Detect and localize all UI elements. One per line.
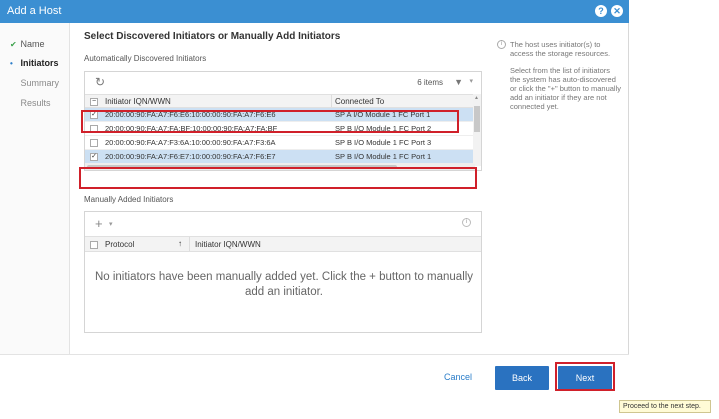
refresh-icon[interactable]: ↻ — [95, 75, 105, 89]
manual-initiators-table: + ▾ i Protocol ↑ Initiator IQN/WWN No in… — [84, 211, 482, 333]
column-header-iqn[interactable]: Initiator IQN/WWN — [105, 97, 171, 106]
scroll-up-icon[interactable]: ▲ — [474, 95, 479, 101]
scroll-thumb[interactable] — [474, 106, 480, 132]
sort-arrow-icon: ↑ — [178, 239, 182, 248]
column-header-iqn[interactable]: Initiator IQN/WWN — [195, 240, 261, 249]
step-name[interactable]: ✔ Name — [10, 39, 45, 49]
row-checkbox[interactable]: ✓ — [90, 153, 98, 161]
step-initiators[interactable]: • Initiators — [10, 58, 59, 68]
close-icon[interactable]: ✕ — [611, 5, 623, 17]
info-icon: i — [497, 40, 506, 49]
tooltip: Proceed to the next step. — [619, 400, 711, 413]
chevron-down-icon[interactable]: ▾ — [469, 77, 473, 85]
filter-icon[interactable]: ▼ — [454, 77, 463, 87]
step-results: Results — [20, 98, 51, 108]
vertical-scrollbar[interactable]: ▲ — [473, 94, 481, 166]
highlight-box — [81, 110, 459, 133]
manual-section-label: Manually Added Initiators — [84, 195, 174, 204]
chevron-down-icon[interactable]: ▾ — [109, 220, 113, 228]
cancel-button[interactable]: Cancel — [444, 372, 472, 382]
empty-message: No initiators have been manually added y… — [94, 271, 474, 298]
auto-section-label: Automatically Discovered Initiators — [84, 54, 207, 63]
table-header: − Initiator IQN/WWN Connected To — [85, 94, 475, 108]
checkmark-icon: ✔ — [10, 40, 17, 49]
select-all-checkbox[interactable]: − — [90, 98, 98, 106]
back-button[interactable]: Back — [495, 366, 549, 390]
column-header-connected[interactable]: Connected To — [335, 97, 384, 106]
plus-icon[interactable]: + — [95, 216, 103, 231]
items-count: 6 items — [417, 78, 443, 87]
highlight-box — [555, 362, 615, 391]
column-header-protocol[interactable]: Protocol — [105, 240, 134, 249]
title-bar: Add a Host ? ✕ — [0, 0, 629, 23]
dialog-title: Add a Host — [7, 5, 62, 17]
dialog-footer: Cancel Back Next — [0, 354, 629, 400]
wizard-steps: ✔ Name • Initiators Summary Results — [0, 23, 70, 354]
table-toolbar: ↻ 6 items ▼ ▾ — [85, 72, 481, 94]
info-icon[interactable]: i — [462, 218, 471, 227]
select-all-checkbox[interactable] — [90, 241, 98, 249]
add-host-dialog: Add a Host ? ✕ ✔ Name • Initiators Summa… — [0, 0, 629, 400]
page-title: Select Discovered Initiators or Manually… — [84, 31, 341, 42]
row-checkbox[interactable] — [90, 139, 98, 147]
step-summary: Summary — [20, 78, 60, 88]
help-icon[interactable]: ? — [595, 5, 607, 17]
table-row[interactable]: 20:00:00:90:FA:A7:F3:6A:10:00:00:90:FA:A… — [85, 136, 475, 150]
table-row[interactable]: ✓ 20:00:00:90:FA:A7:F6:E7:10:00:00:90:FA… — [85, 150, 475, 164]
highlight-box — [79, 167, 477, 189]
help-panel: i The host uses initiator(s) to access t… — [497, 40, 622, 119]
bullet-icon: • — [10, 59, 13, 68]
help-text-2: Select from the list of initiators the s… — [510, 66, 622, 111]
table-header: Protocol ↑ Initiator IQN/WWN — [85, 236, 481, 252]
help-text-1: The host uses initiator(s) to access the… — [510, 40, 611, 58]
